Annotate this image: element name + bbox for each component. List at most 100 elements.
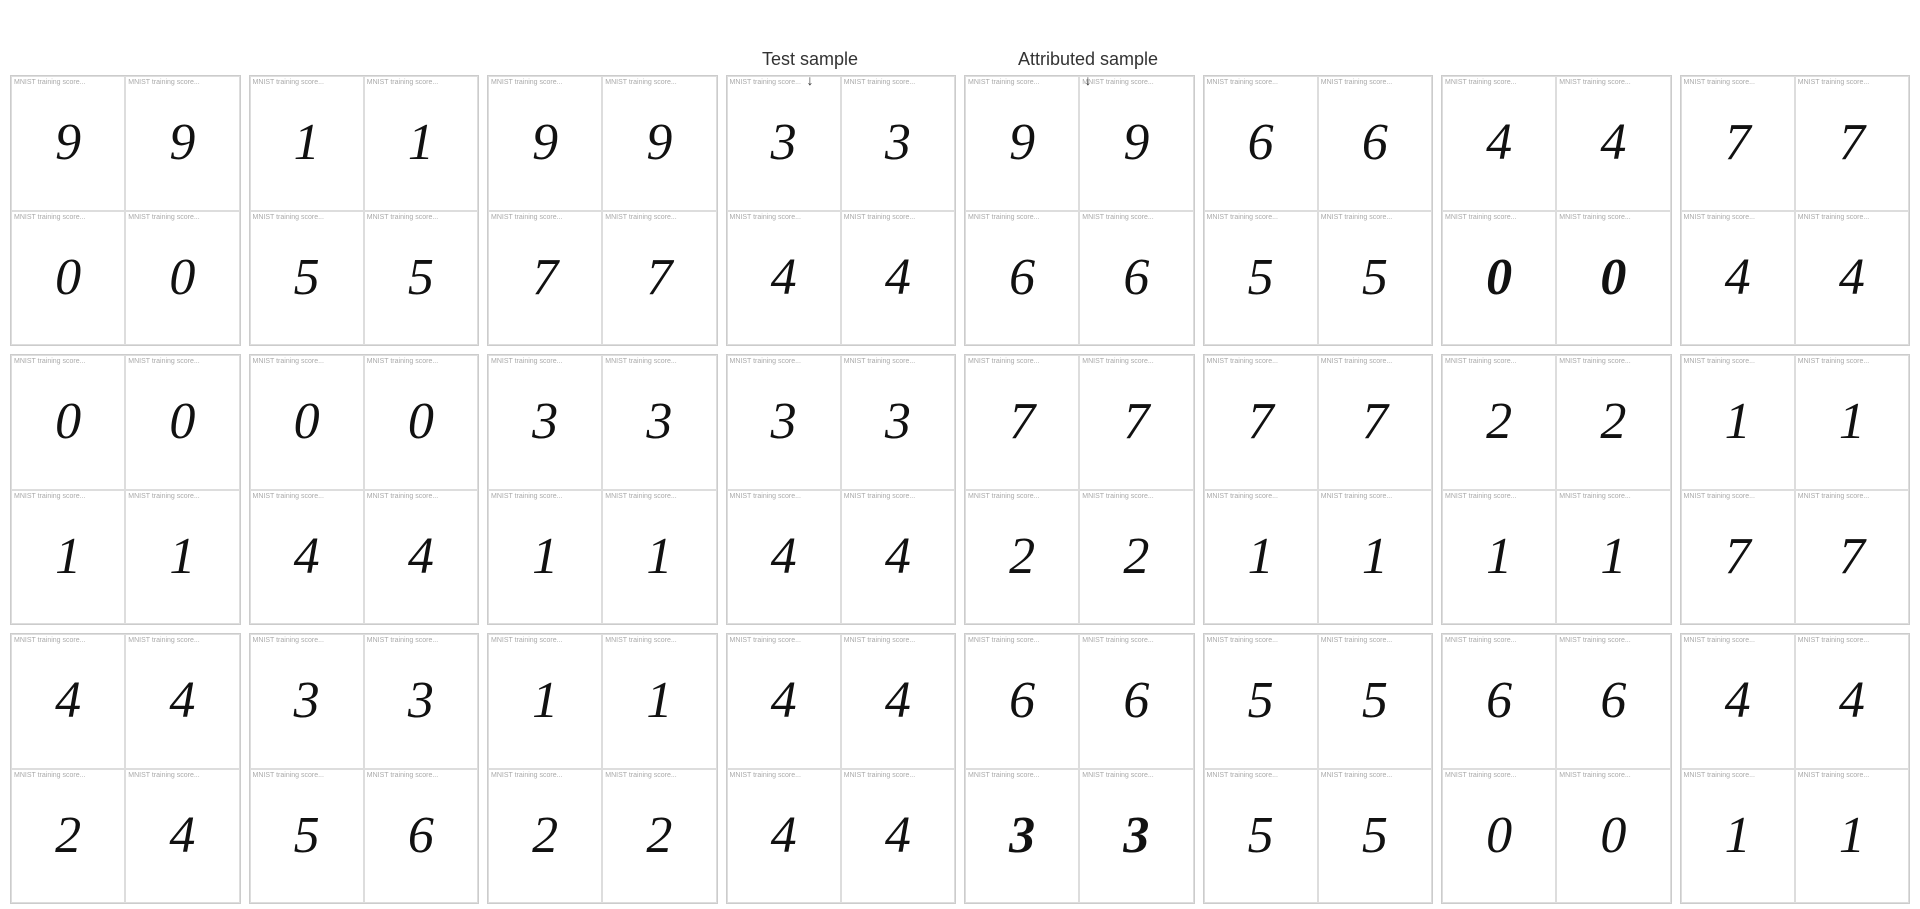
cell-1-0-top-left: MNIST training score...0: [11, 355, 125, 490]
cell-1-4-top-left: MNIST training score...7: [965, 355, 1079, 490]
digit-bottom-right: 4: [885, 252, 911, 304]
cell-sublabel: MNIST training score...: [1798, 493, 1869, 500]
cell-2-3-top-left: MNIST training score...4: [727, 634, 841, 769]
cell-sublabel: MNIST training score...: [1082, 358, 1153, 365]
cell-1-3-bottom-right: MNIST training score...4: [841, 490, 955, 625]
cell-sublabel: MNIST training score...: [128, 772, 199, 779]
cell-sublabel: MNIST training score...: [1684, 637, 1755, 644]
cell-sublabel: MNIST training score...: [730, 79, 801, 86]
cell-sublabel: MNIST training score...: [968, 637, 1039, 644]
cell-sublabel: MNIST training score...: [1559, 637, 1630, 644]
digit-bottom-left: 4: [294, 531, 320, 583]
cell-sublabel: MNIST training score...: [1321, 358, 1392, 365]
digit-bottom-right: 2: [1123, 531, 1149, 583]
cell-0-1-top-left: MNIST training score...1: [250, 76, 364, 211]
cell-2-4-top-right: MNIST training score...6: [1079, 634, 1193, 769]
digit-top-right: 4: [169, 675, 195, 727]
cell-0-4-bottom-left: MNIST training score...6: [965, 211, 1079, 346]
cell-sublabel: MNIST training score...: [1321, 214, 1392, 221]
digit-top-left: 7: [1248, 396, 1274, 448]
digit-top-right: 5: [1362, 675, 1388, 727]
digit-bottom-right: 4: [885, 810, 911, 862]
digit-bottom-left: 1: [532, 531, 558, 583]
digit-top-right: 6: [1123, 675, 1149, 727]
cell-1-2-top-right: MNIST training score...3: [602, 355, 716, 490]
cell-sublabel: MNIST training score...: [844, 637, 915, 644]
group-block-1-4: MNIST training score...7MNIST training s…: [964, 354, 1195, 625]
digit-top-right: 7: [1839, 117, 1865, 169]
digit-bottom-right: 1: [1600, 531, 1626, 583]
cell-sublabel: MNIST training score...: [14, 772, 85, 779]
cell-0-7-top-left: MNIST training score...7: [1681, 76, 1795, 211]
cell-sublabel: MNIST training score...: [367, 493, 438, 500]
cell-1-1-bottom-right: MNIST training score...4: [364, 490, 478, 625]
cell-sublabel: MNIST training score...: [1082, 772, 1153, 779]
cell-sublabel: MNIST training score...: [14, 214, 85, 221]
cell-sublabel: MNIST training score...: [128, 214, 199, 221]
digit-bottom-right: 5: [408, 252, 434, 304]
cell-sublabel: MNIST training score...: [730, 358, 801, 365]
digit-bottom-right: 5: [1362, 252, 1388, 304]
digit-bottom-left: 0: [55, 252, 81, 304]
cell-0-1-bottom-left: MNIST training score...5: [250, 211, 364, 346]
digit-bottom-left: 6: [1009, 252, 1035, 304]
cell-2-0-top-right: MNIST training score...4: [125, 634, 239, 769]
group-block-1-1: MNIST training score...0MNIST training s…: [249, 354, 480, 625]
digit-bottom-right: 1: [646, 531, 672, 583]
cell-sublabel: MNIST training score...: [367, 637, 438, 644]
group-block-2-6: MNIST training score...6MNIST training s…: [1441, 633, 1672, 904]
cell-sublabel: MNIST training score...: [1207, 214, 1278, 221]
cell-1-3-top-right: MNIST training score...3: [841, 355, 955, 490]
cell-2-5-top-left: MNIST training score...5: [1204, 634, 1318, 769]
digit-top-left: 3: [532, 396, 558, 448]
cell-sublabel: MNIST training score...: [253, 493, 324, 500]
digit-bottom-right: 0: [1600, 252, 1626, 304]
grid-row-1: MNIST training score...0MNIST training s…: [10, 354, 1910, 625]
cell-sublabel: MNIST training score...: [1321, 493, 1392, 500]
group-block-2-1: MNIST training score...3MNIST training s…: [249, 633, 480, 904]
cell-sublabel: MNIST training score...: [730, 214, 801, 221]
cell-1-4-bottom-left: MNIST training score...2: [965, 490, 1079, 625]
cell-sublabel: MNIST training score...: [1321, 637, 1392, 644]
cell-0-4-top-left: MNIST training score...9: [965, 76, 1079, 211]
group-block-0-4: MNIST training score...9MNIST training s…: [964, 75, 1195, 346]
cell-sublabel: MNIST training score...: [1082, 493, 1153, 500]
cell-sublabel: MNIST training score...: [128, 79, 199, 86]
cell-sublabel: MNIST training score...: [1445, 79, 1516, 86]
cell-sublabel: MNIST training score...: [1321, 772, 1392, 779]
cell-sublabel: MNIST training score...: [968, 493, 1039, 500]
digit-bottom-left: 4: [1725, 252, 1751, 304]
group-block-2-3: MNIST training score...4MNIST training s…: [726, 633, 957, 904]
cell-1-6-bottom-right: MNIST training score...1: [1556, 490, 1670, 625]
digit-top-right: 0: [408, 396, 434, 448]
cell-0-0-top-left: MNIST training score...9: [11, 76, 125, 211]
cell-2-0-bottom-left: MNIST training score... 2: [11, 769, 125, 904]
cell-1-4-bottom-right: MNIST training score... 2: [1079, 490, 1193, 625]
cell-0-0-bottom-left: MNIST training score... 0: [11, 211, 125, 346]
group-block-1-5: MNIST training score... 7 MNIST training s…: [1203, 354, 1434, 625]
cell-1-7-bottom-right: MNIST training score...7: [1795, 490, 1909, 625]
digit-top-right: 4: [1600, 117, 1626, 169]
cell-0-4-top-right: MNIST training score...9: [1079, 76, 1193, 211]
cell-0-6-top-right: MNIST training score...4: [1556, 76, 1670, 211]
digit-top-left: 9: [532, 117, 558, 169]
cell-1-1-top-left: MNIST training score...0: [250, 355, 364, 490]
digit-bottom-left: 1: [1248, 531, 1274, 583]
digit-bottom-left: 2: [55, 810, 81, 862]
cell-sublabel: MNIST training score...: [730, 637, 801, 644]
header: Test sample ↓ Attributed sample ↓: [0, 0, 1920, 75]
main-grid: MNIST training score...9MNIST training s…: [10, 75, 1910, 904]
cell-sublabel: MNIST training score...: [1798, 358, 1869, 365]
cell-1-1-top-right: MNIST training score...0: [364, 355, 478, 490]
cell-1-3-bottom-left: MNIST training score...4: [727, 490, 841, 625]
digit-bottom-right: 7: [646, 252, 672, 304]
cell-2-3-top-right: MNIST training score...4: [841, 634, 955, 769]
cell-sublabel: MNIST training score...: [1798, 214, 1869, 221]
cell-sublabel: MNIST training score...: [491, 358, 562, 365]
cell-sublabel: MNIST training score...: [605, 79, 676, 86]
cell-sublabel: MNIST training score...: [1684, 358, 1755, 365]
cell-0-5-bottom-right: MNIST training score... 5: [1318, 211, 1432, 346]
cell-sublabel: MNIST training score...: [1207, 637, 1278, 644]
cell-2-2-top-right: MNIST training score...1: [602, 634, 716, 769]
cell-sublabel: MNIST training score...: [844, 358, 915, 365]
